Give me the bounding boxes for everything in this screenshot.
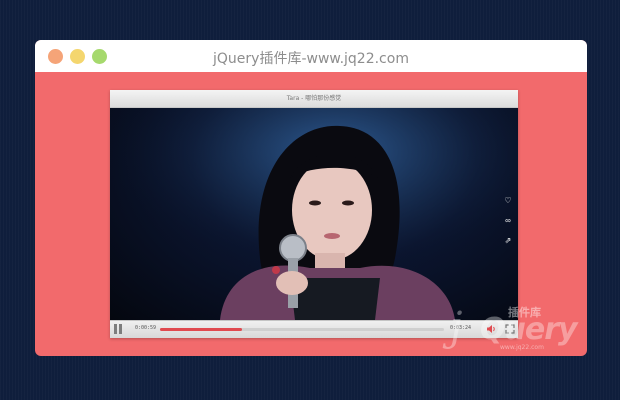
player-title: Tara - 哪怕那份感觉 [110, 90, 518, 108]
progress-bar[interactable] [160, 328, 444, 331]
heart-icon[interactable]: ♡ [503, 196, 513, 206]
window-title: jQuery插件库-www.jq22.com [213, 51, 409, 67]
pause-button[interactable] [114, 324, 123, 334]
watermark-letter: j [450, 304, 463, 350]
progress-fill [160, 328, 243, 331]
jquery-watermark: j Query 插件库 www.jq22.com [450, 300, 590, 356]
window-titlebar: jQuery插件库-www.jq22.com [35, 40, 587, 72]
watermark-url: www.jq22.com [500, 344, 544, 351]
watermark-chinese: 插件库 [508, 306, 541, 319]
video-still-image [110, 108, 518, 320]
video-frame[interactable]: ♡ ∞ ⇗ [110, 108, 518, 320]
link-icon[interactable]: ∞ [503, 216, 513, 226]
current-time: 0:00:59 [135, 325, 157, 331]
share-icon[interactable]: ⇗ [503, 236, 513, 246]
